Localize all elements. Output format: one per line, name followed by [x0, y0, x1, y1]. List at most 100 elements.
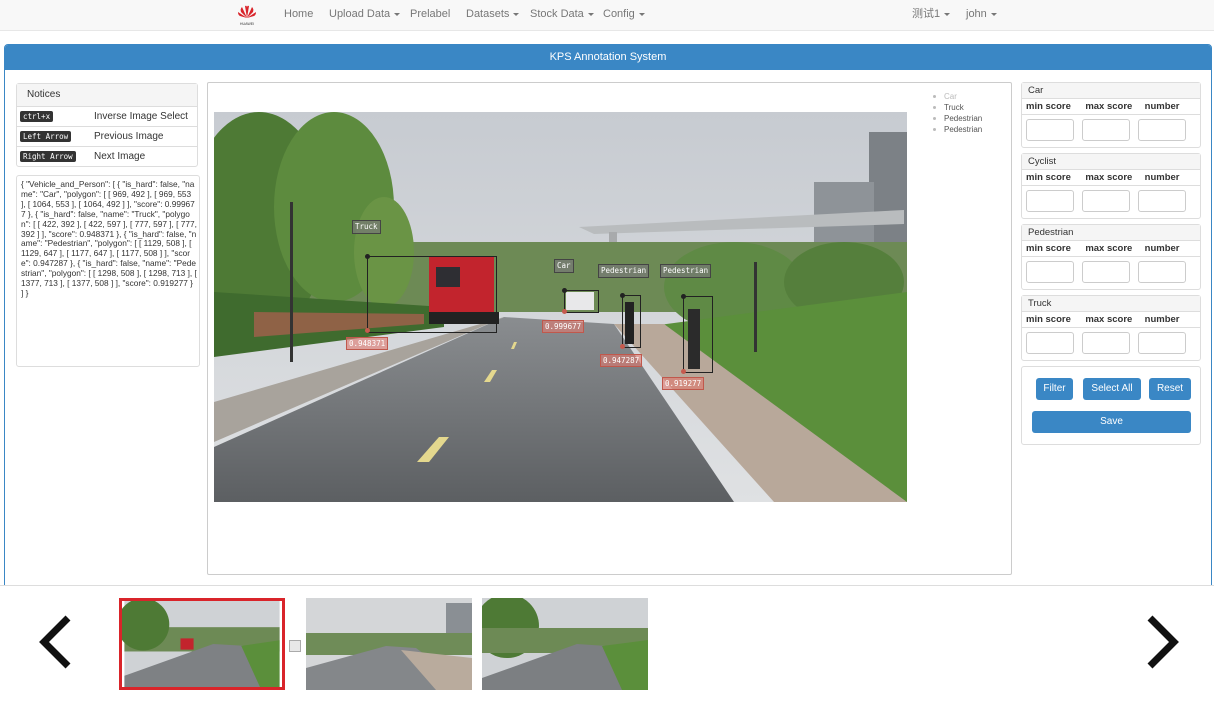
bbox-label: Pedestrian	[660, 264, 712, 278]
max-score-input[interactable]	[1082, 119, 1130, 141]
number-input[interactable]	[1138, 190, 1186, 212]
filter-block-cyclist: Cyclist min score max score number	[1021, 153, 1201, 219]
thumbnail-image	[482, 598, 648, 690]
nav-upload-data[interactable]: Upload Data	[329, 0, 401, 30]
col-number: number	[1144, 243, 1180, 254]
filter-header-row: min score max score number	[1022, 241, 1200, 257]
legend-dot-icon	[933, 128, 936, 131]
shortcut-desc: Previous Image	[94, 131, 164, 142]
bbox-pedestrian[interactable]	[622, 295, 641, 348]
legend-label: Pedestrian	[944, 125, 983, 134]
nav-user-menu[interactable]: john	[966, 0, 997, 30]
bbox-pedestrian[interactable]	[683, 296, 713, 373]
nav-prelabel[interactable]: Prelabel	[410, 0, 450, 30]
thumbnail-selected[interactable]	[119, 598, 285, 690]
annotation-json: { "Vehicle_and_Person": [ { "is_hard": f…	[16, 175, 200, 367]
legend-item[interactable]: Car	[931, 91, 982, 102]
action-buttons: Filter Select All Reset Save	[1021, 366, 1201, 445]
thumbnail-strip	[0, 585, 1214, 702]
bbox-score: 0.919277	[662, 377, 705, 390]
bbox-vertex[interactable]	[681, 294, 686, 299]
bbox-vertex[interactable]	[620, 344, 625, 349]
nav-config[interactable]: Config	[603, 0, 645, 30]
filter-inputs	[1022, 328, 1200, 360]
bbox-vertex[interactable]	[365, 254, 370, 259]
notices-panel: Notices ctrl+x Inverse Image Select Left…	[16, 83, 198, 167]
notice-row: Left Arrow Previous Image	[17, 127, 197, 147]
min-score-input[interactable]	[1026, 332, 1074, 354]
shortcut-key: ctrl+x	[20, 111, 54, 122]
reset-button[interactable]: Reset	[1149, 378, 1191, 400]
filter-button[interactable]: Filter	[1036, 378, 1073, 400]
legend-item[interactable]: Pedestrian	[931, 113, 982, 124]
col-max-score: max score	[1085, 172, 1133, 183]
caret-down-icon	[990, 12, 997, 16]
annotated-image[interactable]: Truck 0.948371 Car 0.999677 Pedestrian 0…	[214, 112, 907, 502]
shortcut-desc: Next Image	[94, 151, 146, 162]
min-score-input[interactable]	[1026, 261, 1074, 283]
shortcut-key: Right Arrow	[20, 151, 76, 162]
save-button[interactable]: Save	[1032, 411, 1191, 433]
thumbnail[interactable]	[482, 598, 648, 690]
caret-down-icon	[394, 12, 401, 16]
filter-inputs	[1022, 257, 1200, 289]
select-all-button[interactable]: Select All	[1083, 378, 1141, 400]
caret-down-icon	[638, 12, 645, 16]
shortcut-key: Left Arrow	[20, 131, 72, 142]
bbox-label: Truck	[352, 220, 381, 234]
max-score-input[interactable]	[1082, 190, 1130, 212]
notices-title: Notices	[17, 84, 197, 107]
nav-home[interactable]: Home	[284, 0, 313, 30]
col-max-score: max score	[1085, 243, 1133, 254]
bbox-vertex[interactable]	[562, 288, 567, 293]
huawei-logo[interactable]: HUAWEI	[236, 3, 258, 27]
col-number: number	[1144, 314, 1180, 325]
col-min-score: min score	[1026, 314, 1071, 325]
nav-project-menu[interactable]: 测试1	[912, 0, 951, 30]
legend-item[interactable]: Truck	[931, 102, 982, 113]
max-score-input[interactable]	[1082, 332, 1130, 354]
caret-down-icon	[587, 12, 594, 16]
number-input[interactable]	[1138, 119, 1186, 141]
col-min-score: min score	[1026, 243, 1071, 254]
annotation-panel: KPS Annotation System Notices ctrl+x Inv…	[4, 44, 1212, 586]
filter-class-title: Truck	[1022, 296, 1200, 312]
legend-dot-icon	[933, 117, 936, 120]
filter-block-pedestrian: Pedestrian min score max score number	[1021, 224, 1201, 290]
bbox-car[interactable]	[564, 290, 599, 313]
caret-down-icon	[944, 12, 951, 16]
col-max-score: max score	[1085, 314, 1133, 325]
legend-item[interactable]: Pedestrian	[931, 124, 982, 135]
nav-stock-data[interactable]: Stock Data	[530, 0, 594, 30]
max-score-input[interactable]	[1082, 261, 1130, 283]
chevron-left-icon[interactable]	[38, 614, 74, 670]
legend-label: Car	[944, 92, 957, 101]
chevron-right-icon[interactable]	[1144, 614, 1180, 670]
nav-datasets[interactable]: Datasets	[466, 0, 520, 30]
bbox-score: 0.948371	[346, 337, 389, 350]
min-score-input[interactable]	[1026, 119, 1074, 141]
number-input[interactable]	[1138, 332, 1186, 354]
bbox-score: 0.999677	[542, 320, 585, 333]
image-canvas[interactable]: Truck 0.948371 Car 0.999677 Pedestrian 0…	[207, 82, 1012, 575]
legend-dot-icon	[933, 106, 936, 109]
filter-block-car: Car min score max score number	[1021, 82, 1201, 148]
bbox-truck[interactable]	[367, 256, 497, 333]
bbox-label: Pedestrian	[598, 264, 650, 278]
broken-image-icon[interactable]	[289, 640, 301, 652]
filter-header-row: min score max score number	[1022, 312, 1200, 328]
bbox-vertex[interactable]	[562, 309, 567, 314]
panel-title: KPS Annotation System	[5, 45, 1211, 70]
min-score-input[interactable]	[1026, 190, 1074, 212]
bbox-vertex[interactable]	[620, 293, 625, 298]
bbox-vertex[interactable]	[365, 328, 370, 333]
filter-header-row: min score max score number	[1022, 99, 1200, 115]
thumbnail[interactable]	[306, 598, 472, 690]
logo-text: HUAWEI	[240, 22, 254, 26]
bbox-vertex[interactable]	[681, 369, 686, 374]
number-input[interactable]	[1138, 261, 1186, 283]
filter-class-title: Pedestrian	[1022, 225, 1200, 241]
filter-inputs	[1022, 115, 1200, 147]
filter-class-title: Cyclist	[1022, 154, 1200, 170]
caret-down-icon	[513, 12, 520, 16]
